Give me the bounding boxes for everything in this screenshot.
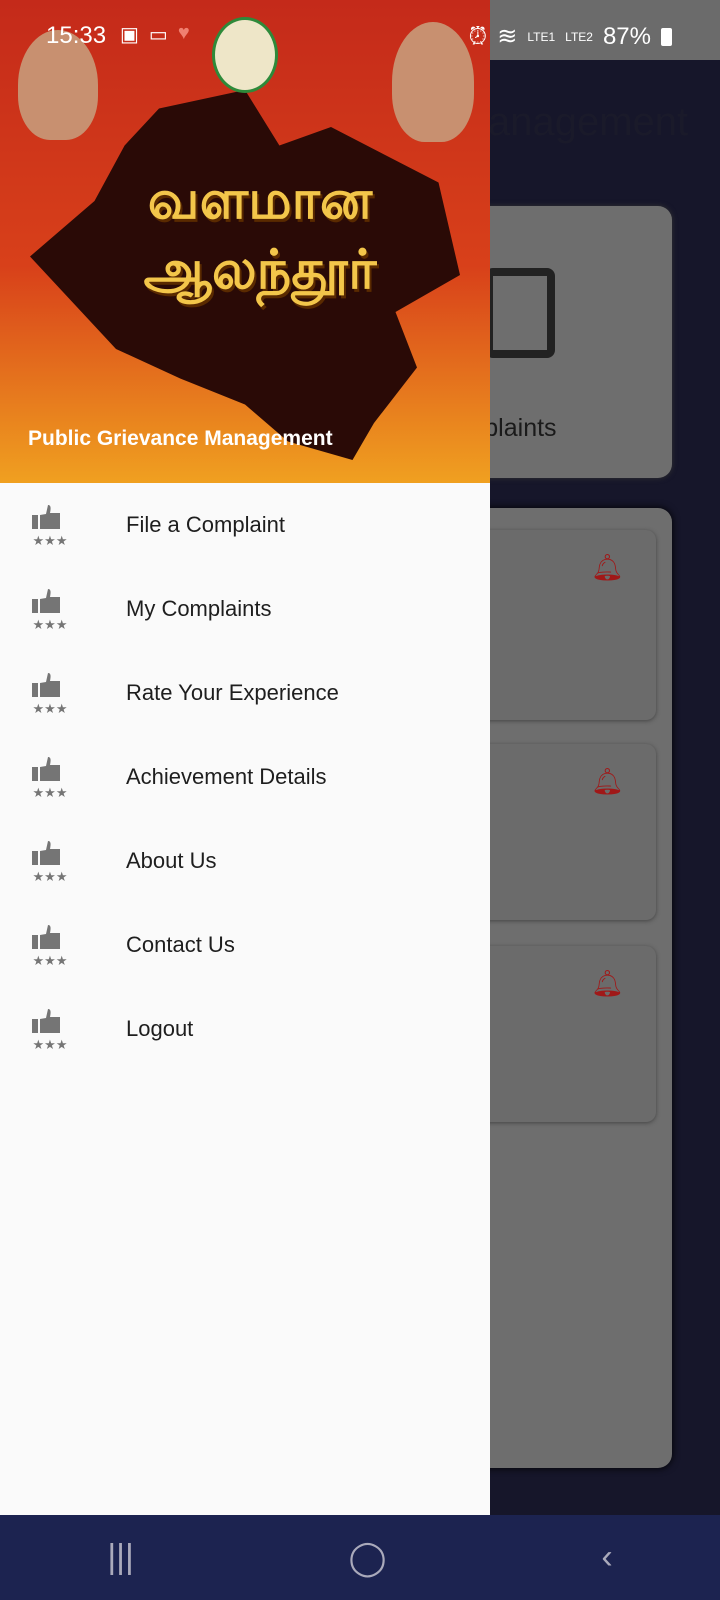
drawer-header-banner: வளமான ஆலந்தூர் Public Grievance Managemen… bbox=[0, 0, 490, 483]
home-button[interactable]: ◯ bbox=[349, 1538, 387, 1578]
gallery-icon: ▣ bbox=[120, 24, 139, 46]
svg-text:★★★: ★★★ bbox=[33, 533, 68, 547]
menu-item-my-complaints[interactable]: ★★★ My Complaints bbox=[0, 567, 490, 651]
bell-icon: 🔔︎ bbox=[590, 766, 624, 796]
battery-level: 87% bbox=[602, 22, 651, 50]
laptop-icon: ▭ bbox=[148, 24, 168, 46]
svg-text:★★★: ★★★ bbox=[33, 869, 68, 883]
app-caption: Public Grievance Management bbox=[28, 427, 333, 450]
svg-text:★★★: ★★★ bbox=[33, 617, 68, 631]
sim2-signal: LTE2 bbox=[565, 29, 593, 44]
bell-icon: 🔔︎ bbox=[590, 552, 624, 582]
banner-logo: வளமான ஆலந்தூர் bbox=[143, 170, 377, 301]
health-icon: ♥ bbox=[177, 22, 190, 44]
thumbs-up-stars-icon: ★★★ bbox=[32, 757, 68, 799]
svg-text:★★★: ★★★ bbox=[33, 953, 68, 967]
page-title: anagement bbox=[488, 100, 689, 144]
recents-button[interactable]: ||| bbox=[107, 1538, 134, 1577]
thumbs-up-stars-icon: ★★★ bbox=[32, 925, 68, 967]
thumbs-up-stars-icon: ★★★ bbox=[32, 589, 68, 631]
thumbs-up-stars-icon: ★★★ bbox=[32, 505, 68, 547]
menu-item-label: Rate Your Experience bbox=[126, 680, 339, 705]
system-navigation-bar: ||| ◯ ‹ bbox=[0, 1515, 720, 1600]
menu-item-about-us[interactable]: ★★★ About Us bbox=[0, 819, 490, 903]
clock: 15:33 bbox=[46, 22, 107, 49]
svg-text:★★★: ★★★ bbox=[33, 1037, 68, 1051]
thumbs-up-stars-icon: ★★★ bbox=[32, 673, 68, 715]
menu-item-logout[interactable]: ★★★ Logout bbox=[0, 987, 490, 1071]
back-button[interactable]: ‹ bbox=[601, 1538, 612, 1577]
menu-item-achievement-details[interactable]: ★★★ Achievement Details bbox=[0, 735, 490, 819]
menu-item-label: Achievement Details bbox=[126, 764, 327, 789]
bell-icon: 🔔︎ bbox=[590, 968, 624, 998]
menu-item-file-complaint[interactable]: ★★★ File a Complaint bbox=[0, 483, 490, 567]
svg-text:★★★: ★★★ bbox=[33, 785, 68, 799]
drawer-menu: ★★★ File a Complaint ★★★ My Complaints ★★★ Ra… bbox=[0, 483, 490, 1071]
menu-item-label: Contact Us bbox=[126, 932, 235, 957]
alarm-icon: ⏰︎ bbox=[468, 22, 488, 50]
thumbs-up-stars-icon: ★★★ bbox=[32, 841, 68, 883]
svg-text:★★★: ★★★ bbox=[33, 701, 68, 715]
menu-item-label: Logout bbox=[126, 1016, 194, 1041]
status-bar: 15:33 ▣ ▭ ♥ ⏰︎ ≋ LTE1 LTE2 87% bbox=[0, 0, 720, 72]
menu-item-contact-us[interactable]: ★★★ Contact Us bbox=[0, 903, 490, 987]
wifi-icon: ≋ bbox=[497, 23, 518, 50]
sim1-signal: LTE1 bbox=[527, 29, 556, 44]
menu-item-label: My Complaints bbox=[126, 596, 272, 621]
menu-item-rate-experience[interactable]: ★★★ Rate Your Experience bbox=[0, 651, 490, 735]
complaints-view-icon bbox=[485, 268, 555, 358]
thumbs-up-stars-icon: ★★★ bbox=[32, 1009, 68, 1051]
navigation-drawer: வளமான ஆலந்தூர் Public Grievance Managemen… bbox=[0, 0, 490, 1515]
menu-item-label: About Us bbox=[126, 848, 217, 873]
menu-item-label: File a Complaint bbox=[126, 512, 285, 537]
battery-icon bbox=[661, 27, 672, 46]
